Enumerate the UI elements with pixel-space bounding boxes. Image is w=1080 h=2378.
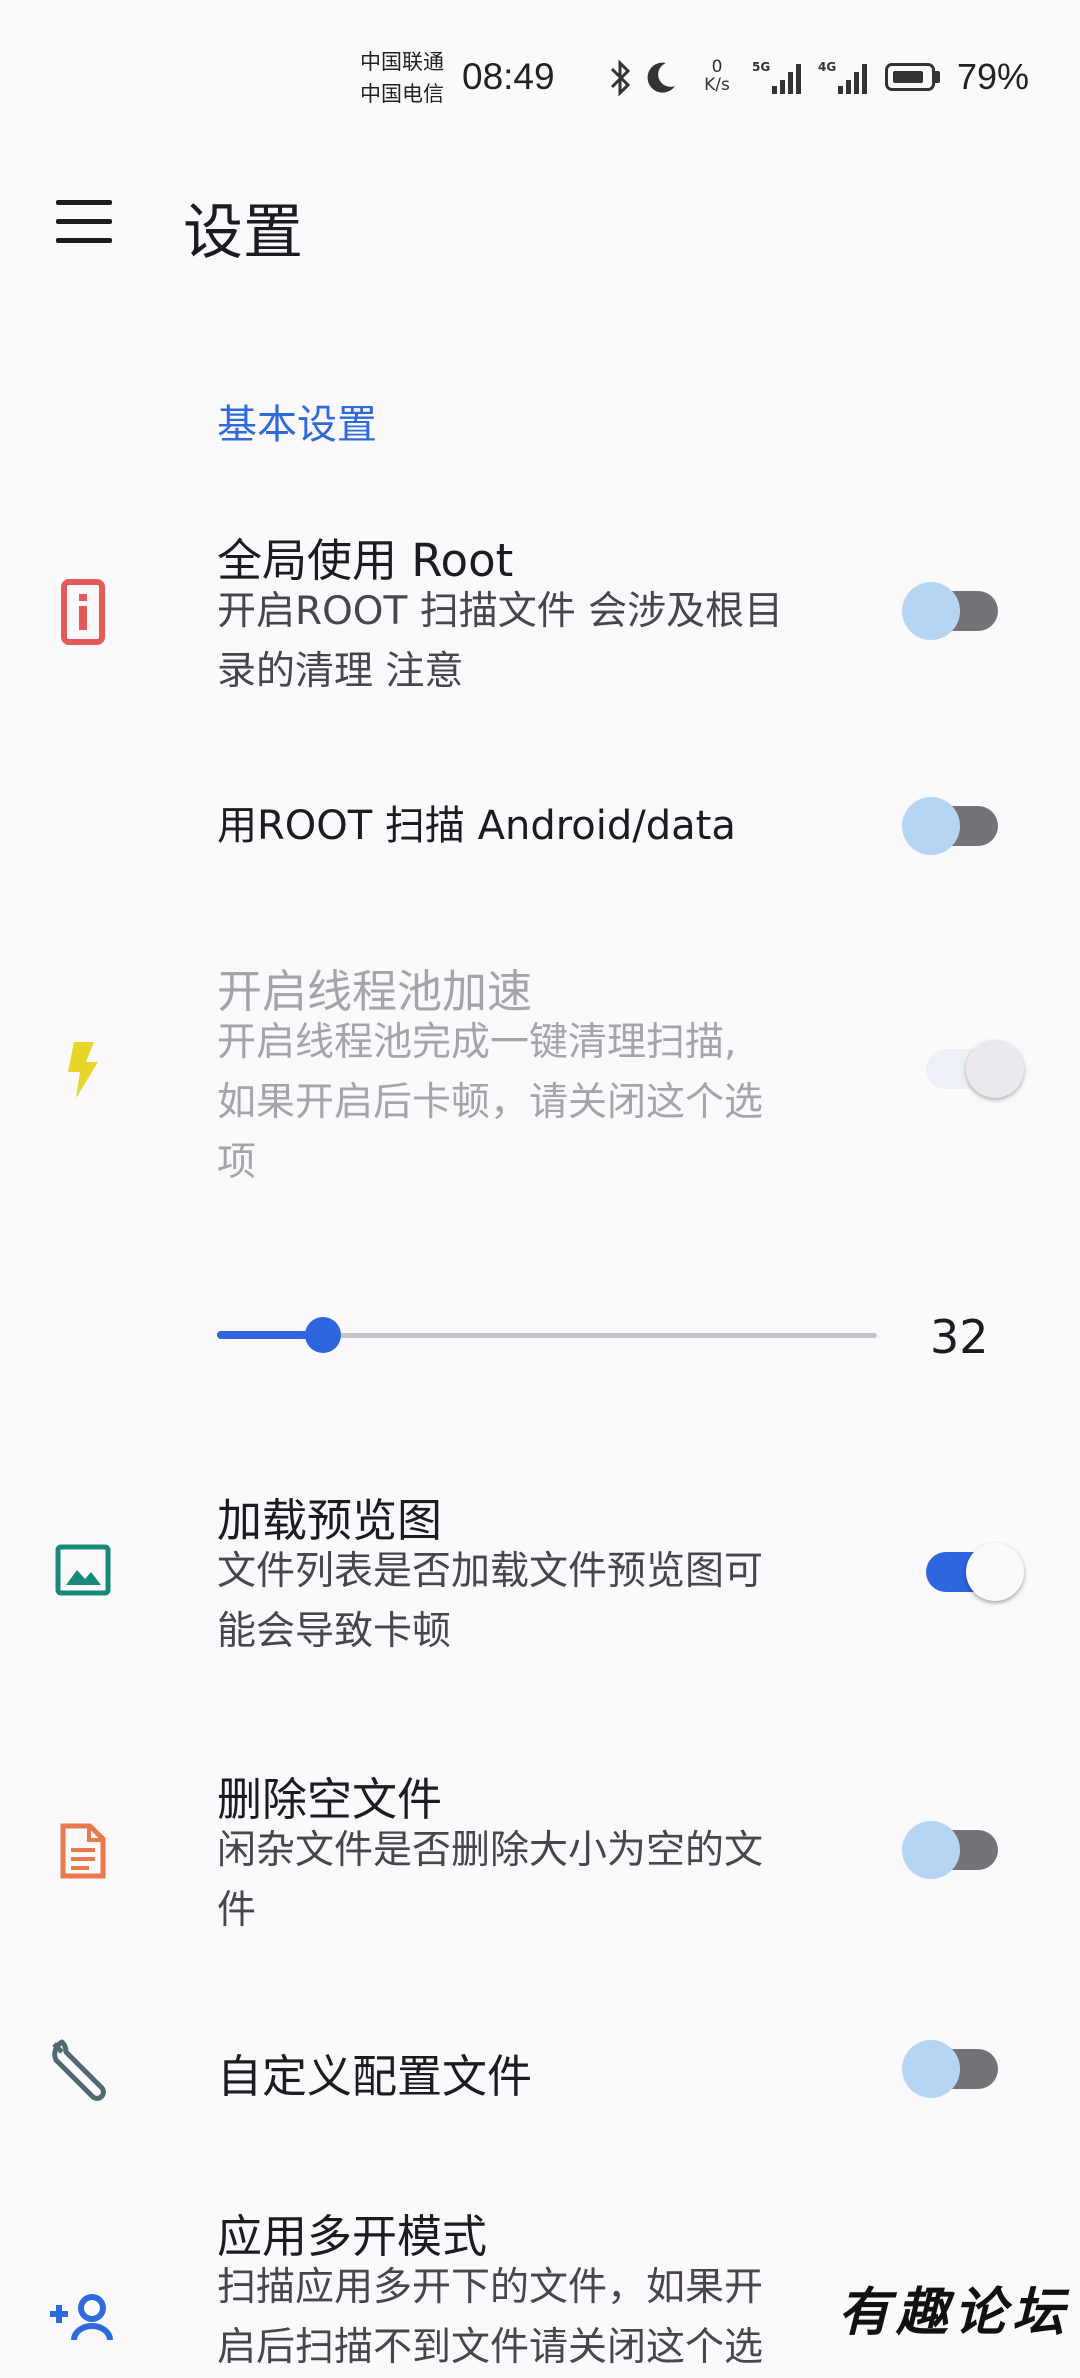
net-speed-unit: K/s: [704, 75, 730, 95]
setting-title: 删除空文件: [217, 1773, 443, 1826]
setting-title: 用ROOT 扫描 Android/data: [217, 803, 736, 849]
net-speed-value: 0: [711, 57, 723, 77]
document-icon: [60, 1823, 106, 1879]
setting-title: 自定义配置文件: [217, 2050, 533, 2103]
info-icon: [61, 579, 105, 645]
battery-tip: [935, 71, 940, 83]
bluetooth-icon: [610, 59, 631, 97]
thread-pool-switch: [922, 1040, 1024, 1100]
setting-subtitle: 文件列表是否加载文件预览图可 能会导致卡顿: [217, 1549, 764, 1654]
setting-title: 应用多开模式: [217, 2210, 488, 2263]
menu-icon[interactable]: [56, 200, 112, 244]
watermark: 有趣论坛: [838, 2282, 1071, 2343]
page-title: 设置: [183, 198, 303, 268]
net-speed: 0 K/s: [697, 58, 737, 94]
root-android-data-switch[interactable]: [902, 797, 1002, 857]
battery-level-fill: [893, 71, 923, 83]
signal-sim1-icon: [772, 64, 801, 94]
moon-icon: [647, 62, 675, 93]
delete-empty-files-switch[interactable]: [902, 1821, 1002, 1881]
status-time: 08:49: [462, 56, 555, 97]
thread-count-value: 32: [930, 1310, 989, 1364]
signal-sim2-icon: [838, 64, 867, 94]
thread-count-slider-thumb[interactable]: [304, 1317, 341, 1353]
carrier-2-label: 中国电信: [360, 82, 444, 106]
setting-subtitle: 开启ROOT 扫描文件 会涉及根目 录的清理 注意: [217, 589, 784, 694]
global-root-switch[interactable]: [902, 582, 1002, 642]
setting-subtitle: 扫描应用多开下的文件，如果开 启后扫描不到文件请关闭这个选: [217, 2265, 764, 2370]
wrench-icon: [52, 2039, 106, 2101]
setting-subtitle: 开启线程池完成一键清理扫描, 如果开启后卡顿，请关闭这个选 项: [217, 1020, 764, 1185]
setting-title: 加载预览图: [217, 1494, 443, 1547]
add-user-icon: [50, 2294, 113, 2340]
section-title-basic: 基本设置: [217, 402, 377, 448]
setting-title: 全局使用 Root: [217, 534, 514, 587]
custom-config-switch[interactable]: [902, 2040, 1002, 2100]
image-icon: [55, 1544, 111, 1596]
battery-percent: 79%: [957, 56, 1030, 97]
load-preview-switch[interactable]: [922, 1543, 1024, 1603]
carrier-1-label: 中国联通: [360, 50, 444, 74]
lightning-icon: [68, 1042, 98, 1098]
setting-title: 开启线程池加速: [217, 965, 533, 1018]
setting-subtitle: 闲杂文件是否删除大小为空的文 件: [217, 1828, 764, 1933]
